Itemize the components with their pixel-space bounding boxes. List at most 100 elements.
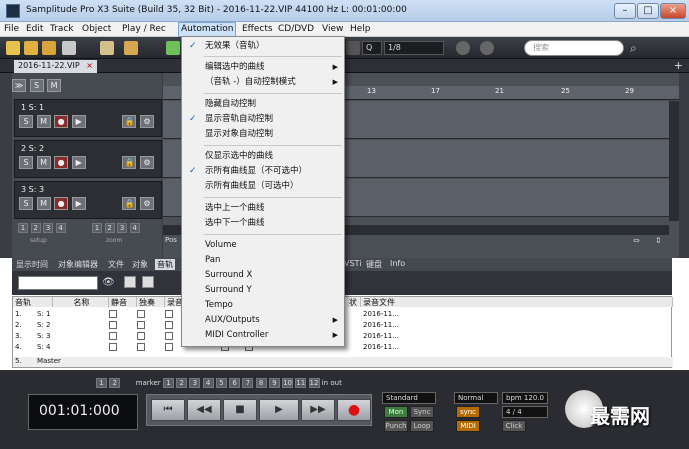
marker-number[interactable]: 10: [282, 378, 294, 388]
menu-help[interactable]: Help: [350, 24, 371, 34]
zoom-vertical-icon[interactable]: ⇕: [655, 236, 662, 245]
add-project-icon[interactable]: +: [674, 59, 683, 72]
solo-checkbox[interactable]: [137, 310, 145, 318]
menu-item-edit-selected-curve[interactable]: 编辑选中的曲线 ▶: [182, 60, 344, 74]
menu-item-auto-control-mode[interactable]: （音轨 -）自动控制模式 ▶: [182, 75, 344, 89]
lock-icon[interactable]: 🔒: [122, 156, 137, 169]
lock-icon[interactable]: 🔒: [122, 197, 137, 210]
settings-icon[interactable]: ⚙: [140, 156, 154, 169]
play-button[interactable]: ▶: [259, 399, 299, 421]
marker-number[interactable]: 5: [215, 378, 227, 388]
marker-number[interactable]: 6: [229, 378, 241, 388]
monitor-button[interactable]: ▶: [71, 197, 86, 210]
track-2[interactable]: 2 S: 2 S M ● ▶ 🔒 ⚙: [14, 140, 162, 178]
in-label[interactable]: in: [322, 379, 328, 387]
menu-item-hide-automation[interactable]: 隐藏自动控制: [182, 97, 344, 111]
disk-icon[interactable]: [62, 41, 76, 55]
filter-input[interactable]: [18, 276, 98, 290]
zoom-slot-1[interactable]: 1: [92, 223, 102, 233]
fast-forward-button[interactable]: ▶▶: [301, 399, 335, 421]
record-arm-button[interactable]: ●: [54, 115, 69, 128]
record-arm-button[interactable]: ●: [54, 197, 69, 210]
time-display[interactable]: 001:01:000: [28, 394, 138, 430]
zoom-fit-icon[interactable]: ⇔: [633, 236, 640, 245]
sync-button[interactable]: Sync: [410, 406, 434, 418]
zoom-slot-4[interactable]: 4: [129, 223, 140, 233]
global-solo-button[interactable]: S: [29, 79, 44, 92]
menu-item-show-all-curves-unselectable[interactable]: ✓ 示所有曲线显（不可选中）: [182, 164, 344, 178]
menu-edit[interactable]: Edit: [26, 24, 43, 34]
solo-button[interactable]: S: [19, 115, 33, 128]
close-button[interactable]: ×: [660, 3, 686, 19]
mon-button[interactable]: Mon: [384, 406, 408, 418]
track-1[interactable]: 1 S: 1 S M ● ▶ 🔒 ⚙: [14, 99, 162, 137]
search-icon[interactable]: ⌕: [630, 41, 637, 56]
vertical-scrollbar[interactable]: [669, 101, 679, 221]
rewind-button[interactable]: ◀◀: [187, 399, 221, 421]
menu-view[interactable]: View: [322, 24, 343, 34]
solo-checkbox[interactable]: [137, 321, 145, 329]
project-tab[interactable]: 2016-11-22.VIP ×: [14, 60, 97, 73]
global-mute-button[interactable]: M: [47, 79, 62, 92]
mute-checkbox[interactable]: [109, 343, 117, 351]
menu-cd-dvd[interactable]: CD/DVD: [278, 24, 314, 34]
menu-item-no-effect[interactable]: ✓ 无效果（音轨）: [182, 39, 344, 53]
setup-slot-3[interactable]: 3: [43, 223, 54, 233]
menu-effects[interactable]: Effects: [242, 24, 273, 34]
mute-button[interactable]: M: [36, 197, 51, 210]
image-icon[interactable]: [124, 276, 136, 288]
sync-in-out-button[interactable]: sync: [456, 406, 480, 418]
menu-item-surround-y[interactable]: Surround Y: [182, 283, 344, 297]
mode-select[interactable]: Standard: [382, 392, 436, 404]
solo-checkbox[interactable]: [137, 332, 145, 340]
punch-button[interactable]: Punch: [384, 420, 408, 432]
marker-number[interactable]: 4: [202, 378, 214, 388]
redo-icon[interactable]: [480, 41, 494, 55]
menu-item-pan[interactable]: Pan: [182, 253, 344, 267]
tab-tracks[interactable]: 音轨: [155, 259, 175, 270]
edit-tool-icon[interactable]: [100, 41, 114, 55]
mute-checkbox[interactable]: [109, 310, 117, 318]
marker-slot[interactable]: 2: [109, 378, 121, 388]
time-signature-field[interactable]: 4 / 4: [502, 406, 548, 418]
menu-file[interactable]: File: [4, 24, 19, 34]
menu-item-show-track-automation[interactable]: ✓ 显示音轨自动控制: [182, 112, 344, 126]
open-folder-icon[interactable]: [24, 41, 38, 55]
menu-automation[interactable]: Automation: [178, 22, 237, 37]
tab-info[interactable]: Info: [390, 259, 405, 268]
tab-objects[interactable]: 对象: [132, 259, 148, 270]
tab-object-editor[interactable]: 对象编辑器: [58, 259, 98, 270]
minimize-button[interactable]: –: [614, 3, 636, 19]
marker-number[interactable]: 3: [189, 378, 201, 388]
col-record-file[interactable]: 录音文件: [361, 297, 673, 307]
undo-icon[interactable]: [456, 41, 470, 55]
marker-number[interactable]: 11: [295, 378, 307, 388]
record-checkbox[interactable]: [165, 332, 173, 340]
menu-item-midi-controller[interactable]: MIDI Controller ▶: [182, 328, 344, 342]
tab-keyboard[interactable]: 键盘: [366, 259, 382, 270]
monitor-button[interactable]: ▶: [71, 156, 86, 169]
menu-object[interactable]: Object: [82, 24, 111, 34]
mute-checkbox[interactable]: [109, 321, 117, 329]
marker-number[interactable]: 8: [255, 378, 267, 388]
monitor-button[interactable]: ▶: [71, 115, 86, 128]
menu-track[interactable]: Track: [50, 24, 74, 34]
mute-checkbox[interactable]: [109, 332, 117, 340]
out-label[interactable]: out: [330, 379, 341, 387]
menu-item-aux-outputs[interactable]: AUX/Outputs ▶: [182, 313, 344, 327]
menu-item-select-next-curve[interactable]: 选中下一个曲线: [182, 216, 344, 230]
settings-icon[interactable]: ⚙: [140, 197, 154, 210]
setup-slot-2[interactable]: 2: [30, 223, 41, 233]
bpm-field[interactable]: bpm 120.0: [502, 392, 548, 404]
solo-button[interactable]: S: [19, 197, 33, 210]
lock-icon[interactable]: 🔒: [122, 115, 137, 128]
mute-button[interactable]: M: [36, 115, 51, 128]
record-checkbox[interactable]: [165, 321, 173, 329]
marker-number[interactable]: 7: [242, 378, 254, 388]
quantize-select[interactable]: 1/8: [384, 41, 444, 55]
settings-icon[interactable]: ⚙: [140, 115, 154, 128]
midi-button[interactable]: MIDI: [456, 420, 480, 432]
stop-button[interactable]: ■: [223, 399, 257, 421]
solo-button[interactable]: S: [19, 156, 33, 169]
col-name[interactable]: 名称: [53, 297, 109, 307]
